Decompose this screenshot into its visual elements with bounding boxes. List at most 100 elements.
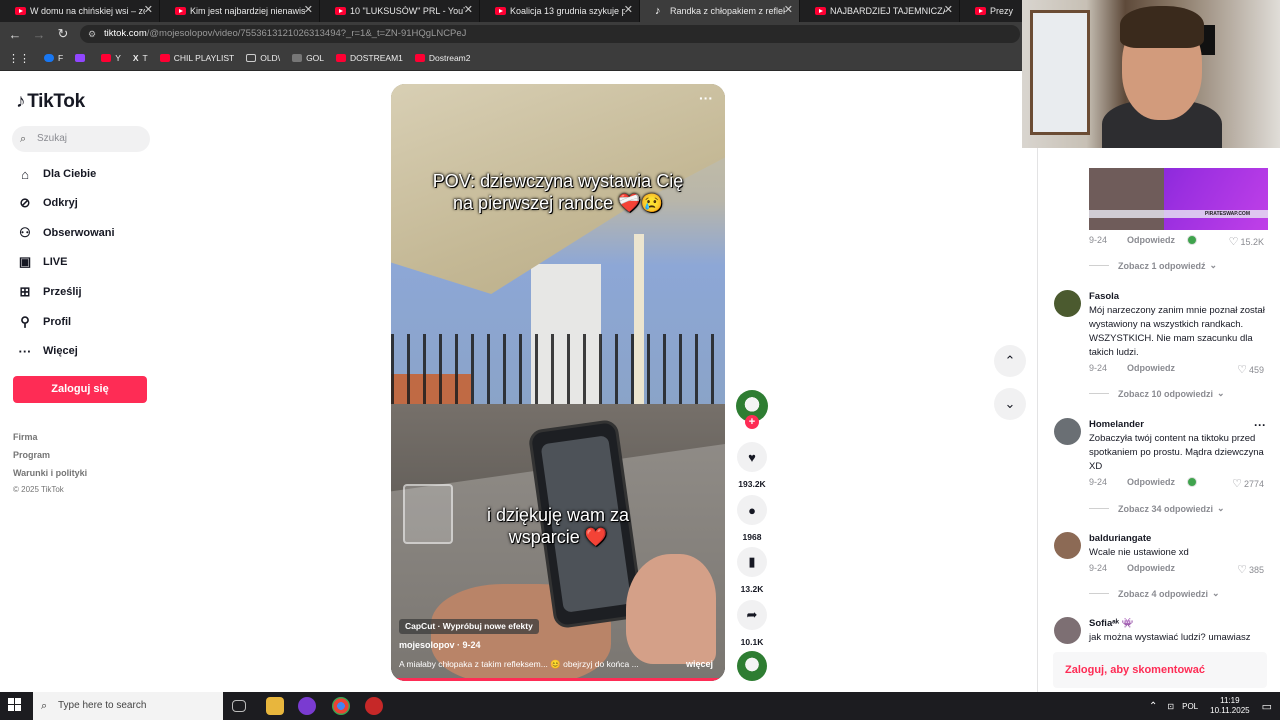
comment-like[interactable]: ♡ 459	[1237, 363, 1264, 376]
reply-button[interactable]: Odpowiedz	[1127, 477, 1175, 487]
nav-item-upload[interactable]: ⊞ Prześlij	[16, 281, 82, 303]
login-button[interactable]: Zaloguj się	[13, 376, 147, 403]
close-icon[interactable]: ✕	[944, 3, 953, 16]
nav-item-following[interactable]: ⚇ Obserwowani	[16, 222, 114, 244]
comment-image[interactable]: PIRATESWAP.COM	[1089, 168, 1268, 230]
reply-button[interactable]: Odpowiedz	[1127, 363, 1175, 373]
comments-panel: PIRATESWAP.COM 9-24 Odpowiedz ♡ 15.2K Zoba…	[1037, 148, 1280, 692]
browser-tab-4[interactable]: Koalicja 13 grudnia szykuje pro ✕	[480, 0, 640, 22]
comment-like[interactable]: ♡ 385	[1237, 563, 1264, 576]
bookmark-t[interactable]: XT	[133, 53, 148, 63]
site-info-icon[interactable]: ⚙	[88, 25, 96, 43]
forward-arrow-icon[interactable]: →	[27, 27, 51, 42]
capcut-badge[interactable]: CapCut · Wypróbuj nowe efekty	[399, 619, 539, 634]
bookmark-y[interactable]: Y	[101, 53, 121, 63]
taskbar-search-input[interactable]: ⌕ Type here to search	[33, 692, 223, 720]
youtube-icon	[336, 54, 347, 62]
chrome-icon[interactable]	[332, 697, 350, 715]
comment-more-icon[interactable]: ···	[1254, 418, 1266, 432]
clock[interactable]: 11:19 10.11.2025	[1210, 696, 1249, 716]
bookmark-dostream1[interactable]: DOSTREAM1	[336, 53, 403, 63]
bookmark-chil-playlist[interactable]: CHIL PLAYLIST	[159, 53, 234, 63]
browser-tab-3[interactable]: 10 "LUKSUSÓW" PRL - YouTube✕	[320, 0, 480, 22]
language-indicator[interactable]: POL	[1182, 702, 1198, 711]
footer-link-program[interactable]: Program	[13, 450, 50, 460]
nav-item-explore[interactable]: ⊘ Odkryj	[16, 192, 78, 214]
notifications-icon[interactable]: ▭	[1262, 700, 1272, 713]
more-options-icon[interactable]: ···	[699, 90, 713, 106]
reply-button[interactable]: Odpowiedz	[1127, 235, 1175, 245]
avatar[interactable]	[1054, 532, 1081, 559]
comment-like[interactable]: ♡ 2774	[1232, 477, 1264, 490]
nav-item-more[interactable]: ··· Więcej	[16, 340, 78, 362]
browser-tab-6[interactable]: NAJBARDZIEJ TAJEMNICZA M✕	[800, 0, 960, 22]
twitch-icon	[75, 54, 86, 62]
nav-item-profile[interactable]: ⚲ Profil	[16, 311, 71, 333]
share-icon[interactable]: ➦	[737, 600, 767, 630]
windows-start-icon[interactable]	[8, 698, 22, 712]
footer-link-terms[interactable]: Warunki i polityki	[13, 468, 87, 478]
bookmark-icon[interactable]: ▮	[737, 547, 767, 577]
nav-item-live[interactable]: ▣ LIVE	[16, 251, 68, 273]
heart-outline-icon: ♡	[1237, 364, 1247, 376]
comment-author[interactable]: Homelander	[1089, 419, 1144, 430]
reload-icon[interactable]: ↻	[51, 26, 75, 42]
tiktok-logo[interactable]: ♪ TikTok	[16, 91, 85, 113]
close-icon[interactable]: ✕	[304, 3, 313, 16]
task-view-icon[interactable]	[232, 700, 246, 712]
next-video-button[interactable]: ⌄	[994, 388, 1026, 420]
obs-icon[interactable]	[365, 697, 383, 715]
video-progress-bar[interactable]	[391, 678, 725, 681]
sound-avatar[interactable]	[737, 651, 767, 681]
back-arrow-icon[interactable]: ←	[3, 27, 27, 42]
comment-icon[interactable]: ●	[737, 495, 767, 525]
browser-tab-1[interactable]: W domu na chińskiej wsi – zoba✕	[0, 0, 160, 22]
bookmark-f[interactable]: F	[44, 53, 63, 63]
video-author[interactable]: mojesolopov · 9-24	[399, 640, 481, 650]
app-icon[interactable]	[298, 697, 316, 715]
url-field[interactable]: ⚙ tiktok.com/@mojesolopov/video/75536131…	[80, 25, 1020, 43]
avatar[interactable]	[1054, 617, 1081, 644]
share-action[interactable]: ➦ 10.1K	[737, 600, 767, 647]
comment-meta: 9-24 Odpowiedz	[1089, 477, 1198, 487]
previous-video-button[interactable]: ⌃	[994, 345, 1026, 377]
youtube-icon	[175, 7, 186, 15]
like-count: 193.2K	[738, 479, 766, 489]
avatar[interactable]	[1054, 418, 1081, 445]
description-more-link[interactable]: więcej	[686, 659, 713, 669]
close-icon[interactable]: ✕	[144, 3, 153, 16]
browser-tab-5[interactable]: ♪ Randka z chłopakiem z refleks ✕	[640, 0, 800, 22]
comment-like[interactable]: ♡ 15.2K	[1229, 235, 1264, 248]
comment-author[interactable]: balduriangate	[1089, 533, 1151, 544]
view-replies-button[interactable]: Zobacz 34 odpowiedzi ⌄	[1089, 503, 1225, 514]
comment-author[interactable]: Fasola	[1089, 291, 1119, 302]
search-input[interactable]: ⌕ Szukaj	[12, 126, 150, 152]
file-explorer-icon[interactable]	[266, 697, 284, 715]
bookmark-twitch[interactable]	[75, 54, 89, 62]
like-action[interactable]: ♥ 193.2K	[737, 442, 767, 489]
save-action[interactable]: ▮ 13.2K	[737, 547, 767, 594]
close-icon[interactable]: ✕	[784, 3, 793, 16]
footer-link-company[interactable]: Firma	[13, 432, 38, 442]
comment-action[interactable]: ● 1968	[737, 495, 767, 542]
bookmark-dostream2[interactable]: Dostream2	[414, 53, 471, 63]
follow-plus-icon[interactable]: +	[745, 415, 759, 429]
video-player[interactable]: ··· POV: dziewczyna wystawia Cię na pier…	[391, 84, 725, 681]
view-replies-button[interactable]: Zobacz 1 odpowiedź ⌄	[1089, 260, 1217, 271]
chevron-up-icon[interactable]: ⌃	[1149, 701, 1157, 712]
bookmark-gol[interactable]: GOL	[292, 53, 324, 63]
avatar[interactable]	[1054, 290, 1081, 317]
view-replies-button[interactable]: Zobacz 10 odpowiedzi ⌄	[1089, 388, 1225, 399]
browser-tab-2[interactable]: Kim jest najbardziej nienawistn ✕	[160, 0, 320, 22]
comment-author[interactable]: Sofiaᵃᵏ 👾	[1089, 618, 1134, 629]
apps-grid-icon[interactable]: ⋮⋮	[8, 52, 30, 65]
reply-button[interactable]: Odpowiedz	[1127, 563, 1175, 573]
network-icon[interactable]: ⊡	[1167, 702, 1174, 711]
heart-icon[interactable]: ♥	[737, 442, 767, 472]
login-to-comment-button[interactable]: Zaloguj, aby skomentować	[1053, 652, 1267, 688]
close-icon[interactable]: ✕	[464, 3, 473, 16]
bookmark-folder-old[interactable]: OLD\	[246, 53, 280, 63]
nav-item-for-you[interactable]: ⌂ Dla Ciebie	[16, 163, 96, 185]
close-icon[interactable]: ✕	[624, 3, 633, 16]
view-replies-button[interactable]: Zobacz 4 odpowiedzi ⌄	[1089, 588, 1220, 599]
